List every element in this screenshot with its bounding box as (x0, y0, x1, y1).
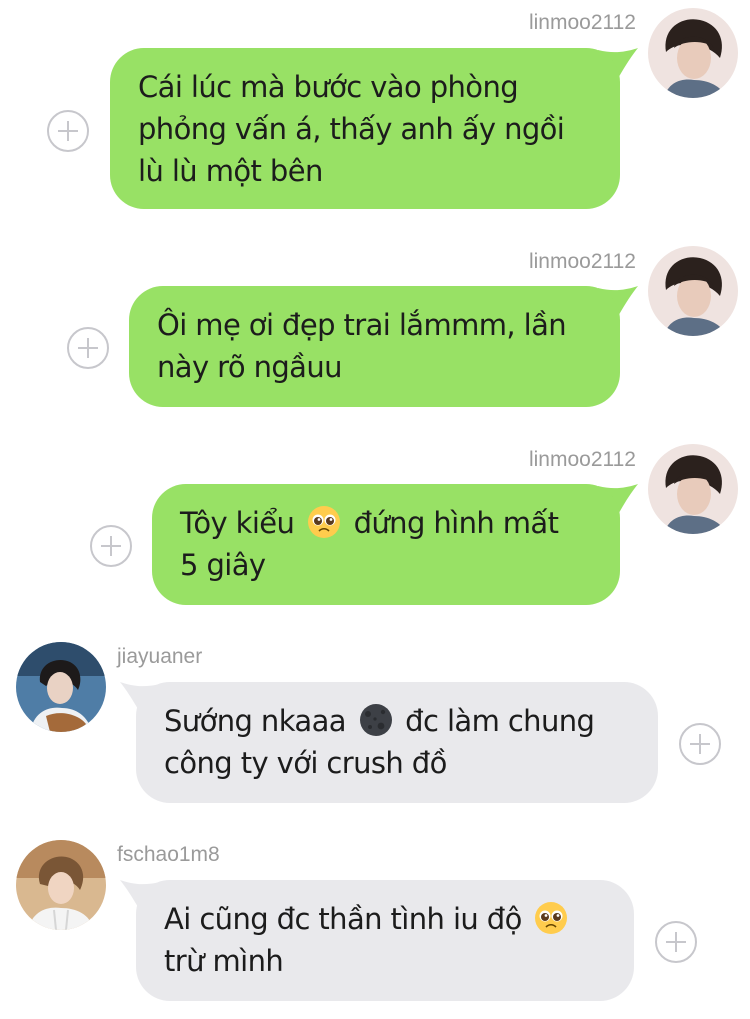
message-bubble[interactable]: Sướng nkaaa đc làm chung công ty với cru… (136, 682, 658, 803)
message-line: này rõ ngầuu (157, 350, 343, 384)
message-line: Ôi mẹ ơi đẹp trai lắmmm, lần (157, 308, 567, 342)
sender-avatar[interactable] (16, 642, 106, 732)
avatar-image (648, 444, 738, 534)
avatar-image (648, 8, 738, 98)
message-bubble[interactable]: Cái lúc mà bước vào phòng phỏng vấn á, t… (110, 48, 620, 209)
sender-username: fschao1m8 (117, 843, 220, 866)
message-line: trừ mình (164, 944, 284, 978)
sender-username: jiayuaner (117, 645, 203, 668)
sender-avatar[interactable] (648, 246, 738, 336)
sender-avatar[interactable] (648, 444, 738, 534)
message-line: Ai cũng đc thần tình iu độ (164, 898, 606, 940)
message-line: công ty với crush đồ (164, 746, 447, 780)
pleading-face-emoji (535, 902, 568, 934)
add-reaction-button[interactable] (90, 525, 132, 567)
message-text: Sướng nkaaa (164, 704, 347, 738)
pleading-face-emoji (307, 506, 340, 538)
message-line: Sướng nkaaa đc làm chung (164, 700, 630, 742)
message-line: Tôy kiểu đứng hình mất (180, 502, 592, 544)
sender-avatar[interactable] (16, 840, 106, 930)
add-reaction-button[interactable] (47, 110, 89, 152)
message-text: Ai cũng đc thần tình iu độ (164, 902, 522, 936)
message-text: Tôy kiểu (180, 506, 295, 540)
add-reaction-button[interactable] (67, 327, 109, 369)
message-text: đc làm chung (405, 704, 595, 738)
sender-avatar[interactable] (648, 8, 738, 98)
message-line: lù lù một bên (138, 154, 323, 188)
sender-username: linmoo2112 (528, 11, 636, 34)
message-text: đứng hình mất (353, 506, 559, 540)
avatar-image (16, 642, 106, 732)
new-moon-face-emoji (359, 704, 392, 736)
message-line: 5 giây (180, 548, 266, 582)
sender-username: linmoo2112 (528, 448, 636, 471)
message-line: phỏng vấn á, thấy anh ấy ngồi (138, 112, 565, 146)
avatar-image (16, 840, 106, 930)
add-reaction-button[interactable] (655, 921, 697, 963)
message-bubble[interactable]: Ai cũng đc thần tình iu độ trừ mình (136, 880, 634, 1001)
message-bubble[interactable]: Ôi mẹ ơi đẹp trai lắmmm, lần này rõ ngầu… (129, 286, 620, 407)
message-bubble[interactable]: Tôy kiểu đứng hình mất 5 giây (152, 484, 620, 605)
avatar-image (648, 246, 738, 336)
add-reaction-button[interactable] (679, 723, 721, 765)
sender-username: linmoo2112 (528, 250, 636, 273)
message-line: Cái lúc mà bước vào phòng (138, 70, 519, 104)
